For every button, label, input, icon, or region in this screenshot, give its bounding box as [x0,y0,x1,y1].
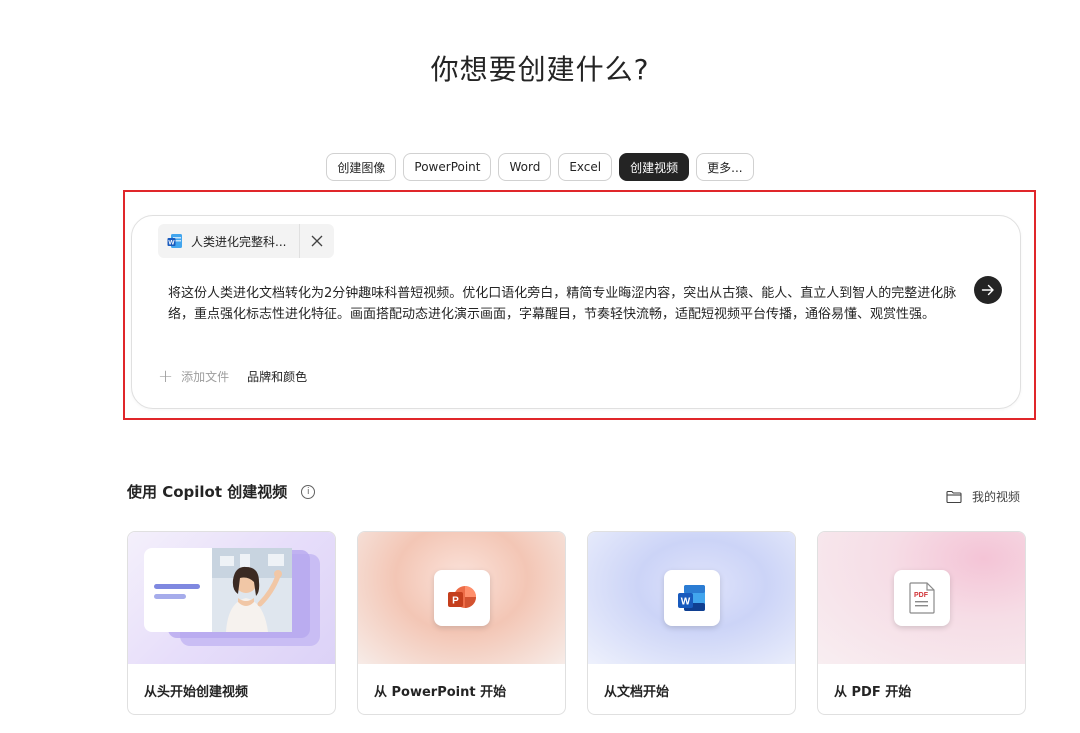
plus-icon: + [158,365,174,387]
chip-create-video[interactable]: 创建视频 [619,153,690,181]
my-videos-label: 我的视频 [971,490,1020,504]
composer-footer: + 添加文件 品牌和颜色 [158,365,307,387]
word-app-tile: W [664,570,720,626]
card-thumbnail: PDF [818,532,1025,664]
card-from-document[interactable]: W 从文档开始 [587,531,796,715]
chip-more[interactable]: 更多... [696,153,754,181]
remove-attachment-button[interactable] [300,224,334,258]
card-from-scratch[interactable]: 从头开始创建视频 [127,531,336,715]
section-title-text: 使用 Copilot 创建视频 [127,483,288,501]
add-file-button[interactable]: + 添加文件 [158,365,230,387]
card-from-powerpoint[interactable]: P 从 PowerPoint 开始 [357,531,566,715]
arrow-right-icon [981,284,994,296]
pdf-app-tile: PDF [894,570,950,626]
info-icon[interactable]: i [301,484,316,499]
prompt-input[interactable]: 将这份人类进化文档转化为2分钟趣味科普短视频。优化口语化旁白，精简专业晦涩内容，… [168,283,958,325]
card-thumbnail: P [358,532,565,664]
word-doc-icon: W [167,233,183,249]
my-videos-link[interactable]: 我的视频 [946,488,1020,505]
close-icon [311,235,323,247]
start-options: 从头开始创建视频 P 从 PowerPoint 开始 W 从文档开始 PDF 从… [127,531,1026,715]
attachment-name: 人类进化完整科... [191,234,287,249]
section-title: 使用 Copilot 创建视频 i [127,481,316,502]
video-illustration-icon [144,548,320,646]
pdf-icon: PDF [909,582,935,614]
send-button[interactable] [974,276,1002,304]
card-label: 从头开始创建视频 [144,684,249,700]
chip-create-image[interactable]: 创建图像 [326,153,397,181]
card-thumbnail: W [588,532,795,664]
powerpoint-icon: P [448,586,476,608]
svg-text:P: P [452,596,459,607]
svg-text:W: W [681,597,691,608]
chip-powerpoint[interactable]: PowerPoint [403,153,492,181]
card-label: 从 PDF 开始 [834,684,912,700]
card-label: 从 PowerPoint 开始 [374,684,507,700]
mode-chips: 创建图像 PowerPoint Word Excel 创建视频 更多... [0,153,1080,181]
folder-icon [946,490,962,503]
attachment-chip[interactable]: W 人类进化完整科... [158,224,334,258]
brand-colors-button[interactable]: 品牌和颜色 [247,368,307,385]
prompt-composer: W 人类进化完整科... 将这份人类进化文档转化为2分钟趣味科普短视频。优化口语… [131,215,1021,409]
svg-text:PDF: PDF [914,592,929,599]
card-thumbnail [128,532,335,664]
powerpoint-app-tile: P [434,570,490,626]
svg-text:W: W [168,240,175,247]
card-from-pdf[interactable]: PDF 从 PDF 开始 [817,531,1026,715]
page-title: 你想要创建什么? [430,53,650,86]
chip-word[interactable]: Word [498,153,552,181]
card-label: 从文档开始 [604,684,670,700]
add-file-label: 添加文件 [181,370,230,384]
chip-excel[interactable]: Excel [558,153,613,181]
word-icon: W [678,585,705,611]
